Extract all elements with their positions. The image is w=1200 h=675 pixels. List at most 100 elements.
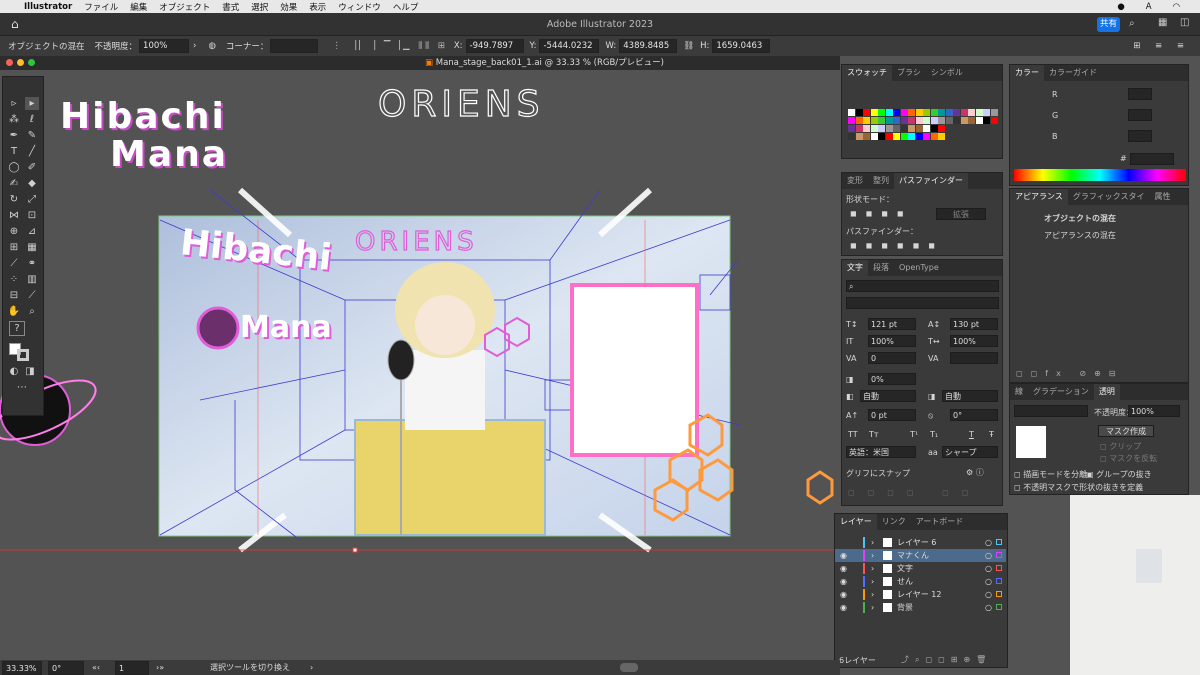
direct-selection-tool-icon[interactable]: ▸	[25, 97, 39, 110]
swatch[interactable]	[961, 133, 968, 140]
expand-arrow-icon[interactable]: ›	[871, 601, 874, 614]
pathfinder-buttons[interactable]: ◼◼◼◼◼◼	[850, 241, 944, 250]
swatch[interactable]	[908, 125, 915, 132]
file-icon[interactable]	[1136, 549, 1162, 583]
vscale-field[interactable]: 100%	[868, 335, 916, 347]
tab-transparency[interactable]: 透明	[1093, 384, 1120, 400]
strikethrough-button[interactable]: Ŧ	[989, 430, 994, 439]
logo-oriens[interactable]: ORIENS	[377, 83, 545, 125]
type-tool-icon[interactable]: T	[7, 145, 21, 158]
swatch[interactable]	[863, 109, 870, 116]
appearance-item[interactable]: アピアランスの混在	[1044, 230, 1116, 241]
slice-tool-icon[interactable]: ⟋	[25, 289, 39, 302]
hscale-field[interactable]: 100%	[950, 335, 998, 347]
tab-attributes[interactable]: 属性	[1149, 189, 1175, 205]
stroke-swatch[interactable]	[17, 349, 29, 361]
swatch[interactable]	[975, 109, 983, 116]
g-field[interactable]	[1128, 109, 1152, 121]
baseline-shift-field[interactable]: 0 pt	[868, 409, 916, 421]
swatch[interactable]	[968, 125, 975, 132]
target-circle-icon[interactable]: ○	[985, 536, 992, 549]
swatch[interactable]	[885, 109, 893, 116]
tab-layers[interactable]: レイヤー	[835, 514, 877, 530]
opacity-mask-checkbox[interactable]: ◻ 不透明マスクで形状の抜きを定義	[1014, 482, 1143, 493]
perspective-grid-icon[interactable]: ⊿	[25, 225, 39, 238]
corner-field[interactable]	[270, 39, 319, 53]
antialias-select[interactable]: シャープ	[942, 446, 998, 458]
swatch[interactable]	[908, 133, 915, 140]
swatch[interactable]	[923, 133, 930, 140]
kerning-field[interactable]: 0	[868, 352, 916, 364]
tab-opentype[interactable]: OpenType	[894, 260, 944, 276]
swatch[interactable]	[885, 125, 893, 132]
title-mana[interactable]: Mana	[110, 134, 228, 175]
layer-row[interactable]: ◉ › 背景 ○	[835, 601, 1006, 614]
swatch[interactable]	[976, 133, 983, 140]
tab-swatches[interactable]: スウォッチ	[842, 65, 892, 81]
swatch[interactable]	[983, 125, 990, 132]
swatch[interactable]	[930, 133, 938, 140]
layer-row[interactable]: ◉ › せん ○	[835, 575, 1006, 588]
swatch[interactable]	[953, 125, 960, 132]
swatch[interactable]	[938, 133, 945, 140]
panel-toggle-icon[interactable]: ◫	[1180, 17, 1189, 28]
zoom-tool-icon[interactable]: ⌕	[25, 305, 39, 318]
title-hibachi[interactable]: Hibachi	[60, 96, 226, 137]
snap-glyph-buttons[interactable]: ◻◻◻◻ ◻◻	[848, 488, 981, 497]
swatch[interactable]	[885, 117, 893, 124]
swatch[interactable]	[983, 109, 990, 116]
expand-arrow-icon[interactable]: ›	[871, 536, 874, 549]
swatch[interactable]	[975, 117, 983, 124]
font-family-field[interactable]: ⌕	[846, 280, 999, 292]
appearance-footer-icons[interactable]: ◻◻fx ⊘⊕⊟	[1016, 369, 1123, 378]
menu-help[interactable]: ヘルプ	[393, 1, 419, 13]
clip-checkbox[interactable]: ◻ クリップ	[1100, 441, 1141, 452]
swatch[interactable]	[893, 109, 900, 116]
swatch[interactable]	[855, 117, 863, 124]
tab-graphic-styles[interactable]: グラフィックスタイ	[1068, 189, 1150, 205]
font-size-field[interactable]: 121 pt	[868, 318, 916, 330]
target-circle-icon[interactable]: ○	[985, 601, 992, 614]
swatch[interactable]	[991, 133, 998, 140]
tab-stroke[interactable]: 線	[1010, 384, 1028, 400]
swatch[interactable]	[848, 125, 855, 132]
swatch[interactable]	[923, 117, 930, 124]
knockout-group-checkbox[interactable]: ▣ グループの抜き	[1086, 469, 1152, 480]
tab-character[interactable]: 文字	[842, 260, 868, 276]
isolate-blending-checkbox[interactable]: ◻ 描画モードを分離	[1014, 469, 1087, 480]
selection-square-icon[interactable]	[996, 578, 1002, 584]
w-field[interactable]: 4389.8485	[619, 39, 678, 53]
selection-square-icon[interactable]	[996, 552, 1002, 558]
swatch[interactable]	[953, 133, 960, 140]
selection-tool-icon[interactable]: ▹	[7, 97, 21, 110]
swatch[interactable]	[878, 133, 885, 140]
tab-brushes[interactable]: ブラシ	[892, 65, 926, 81]
menu-view[interactable]: 表示	[309, 1, 326, 13]
visibility-eye-icon[interactable]: ◉	[840, 601, 850, 614]
menu-effect[interactable]: 効果	[280, 1, 297, 13]
menu-file[interactable]: ファイル	[84, 1, 118, 13]
snap-settings-icon[interactable]: ⚙ ⓘ	[966, 467, 984, 478]
swatch[interactable]	[953, 109, 960, 116]
swatch[interactable]	[893, 125, 900, 132]
pen-tool-icon[interactable]: ✒	[7, 129, 21, 142]
close-window-icon[interactable]	[6, 59, 13, 66]
selection-square-icon[interactable]	[996, 604, 1002, 610]
menu-window[interactable]: ウィンドウ	[338, 1, 381, 13]
swatch[interactable]	[915, 133, 923, 140]
menu-type[interactable]: 書式	[222, 1, 239, 13]
swatch[interactable]	[946, 125, 953, 132]
leading-field[interactable]: 130 pt	[950, 318, 998, 330]
brush-tool-icon[interactable]: ✐	[25, 161, 39, 174]
underline-button[interactable]: T	[969, 430, 974, 439]
make-mask-button[interactable]: マスク作成	[1098, 425, 1154, 437]
rotate-tool-icon[interactable]: ↻	[7, 193, 21, 206]
tab-appearance[interactable]: アピアランス	[1010, 189, 1068, 205]
inner-title-mana[interactable]: Mana	[240, 310, 332, 345]
rotate-view-field[interactable]: 0°	[48, 661, 84, 675]
expand-button[interactable]: 拡張	[936, 208, 986, 220]
char-rotate-field[interactable]: 0°	[950, 409, 998, 421]
minimize-window-icon[interactable]	[17, 59, 24, 66]
artboard-number-field[interactable]: 1	[115, 661, 149, 675]
visibility-eye-icon[interactable]: ◉	[840, 588, 850, 601]
